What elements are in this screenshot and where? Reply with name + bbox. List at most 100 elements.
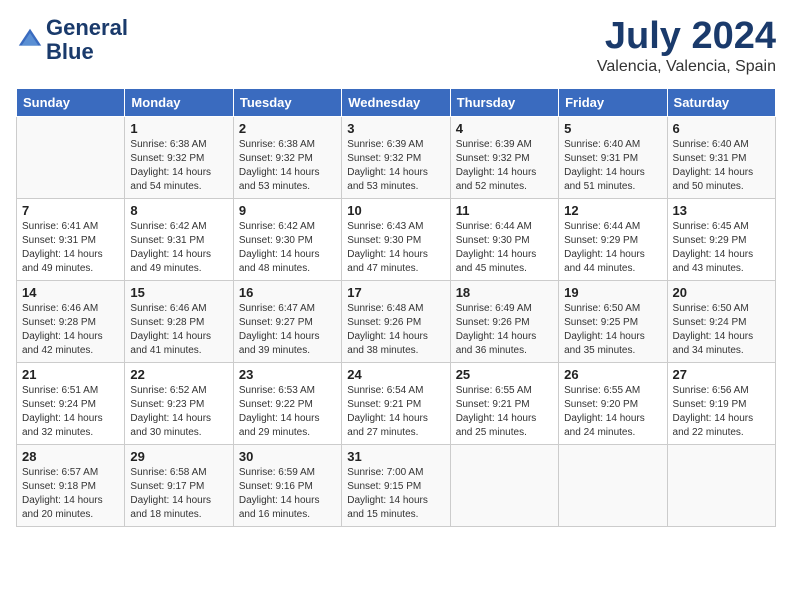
month-year: July 2024 xyxy=(597,16,776,58)
day-info: Sunrise: 6:52 AM Sunset: 9:23 PM Dayligh… xyxy=(130,384,227,440)
day-number: 15 xyxy=(130,285,227,300)
header-cell-tuesday: Tuesday xyxy=(233,88,341,116)
day-info: Sunrise: 6:55 AM Sunset: 9:21 PM Dayligh… xyxy=(456,384,553,440)
day-number: 23 xyxy=(239,367,336,382)
day-info: Sunrise: 6:41 AM Sunset: 9:31 PM Dayligh… xyxy=(22,220,119,276)
calendar-cell: 19Sunrise: 6:50 AM Sunset: 9:25 PM Dayli… xyxy=(559,280,667,362)
header-row: SundayMondayTuesdayWednesdayThursdayFrid… xyxy=(17,88,776,116)
day-number: 11 xyxy=(456,203,553,218)
calendar-cell: 14 Sunrise: 6:46 AM Sunset: 9:28 PM Dayli… xyxy=(17,280,125,362)
day-number: 1 xyxy=(130,121,227,136)
week-row-2: 7 Sunrise: 6:41 AM Sunset: 9:31 PM Daylig… xyxy=(17,198,776,280)
page-header: General Blue July 2024 Valencia, Valenci… xyxy=(16,16,776,76)
day-info: Sunrise: 6:49 AM Sunset: 9:26 PM Dayligh… xyxy=(456,302,553,358)
calendar-cell: 24Sunrise: 6:54 AM Sunset: 9:21 PM Dayli… xyxy=(342,362,450,444)
day-number: 25 xyxy=(456,367,553,382)
day-number: 10 xyxy=(347,203,444,218)
day-number: 8 xyxy=(130,203,227,218)
day-number: 5 xyxy=(564,121,661,136)
calendar-cell: 22 Sunrise: 6:52 AM Sunset: 9:23 PM Dayli… xyxy=(125,362,233,444)
calendar-cell: 2 Sunrise: 6:38 AM Sunset: 9:32 PM Daylig… xyxy=(233,116,341,198)
day-number: 31 xyxy=(347,449,444,464)
day-info: Sunrise: 6:57 AM Sunset: 9:18 PM Dayligh… xyxy=(22,466,119,522)
calendar-cell: 12 Sunrise: 6:44 AM Sunset: 9:29 PM Dayli… xyxy=(559,198,667,280)
calendar-cell xyxy=(559,444,667,526)
day-info: Sunrise: 6:39 AM Sunset: 9:32 PM Dayligh… xyxy=(456,138,553,194)
day-info: Sunrise: 6:47 AM Sunset: 9:27 PM Dayligh… xyxy=(239,302,336,358)
day-number: 7 xyxy=(22,203,119,218)
day-number: 2 xyxy=(239,121,336,136)
calendar-cell: 20 Sunrise: 6:50 AM Sunset: 9:24 PM Dayli… xyxy=(667,280,775,362)
day-info: Sunrise: 6:58 AM Sunset: 9:17 PM Dayligh… xyxy=(130,466,227,522)
day-info: Sunrise: 7:00 AM Sunset: 9:15 PM Dayligh… xyxy=(347,466,444,522)
day-number: 26 xyxy=(564,367,661,382)
day-number: 3 xyxy=(347,121,444,136)
calendar-cell: 25 Sunrise: 6:55 AM Sunset: 9:21 PM Dayli… xyxy=(450,362,558,444)
calendar-cell: 16 Sunrise: 6:47 AM Sunset: 9:27 PM Dayli… xyxy=(233,280,341,362)
day-info: Sunrise: 6:42 AM Sunset: 9:31 PM Dayligh… xyxy=(130,220,227,276)
week-row-4: 21 Sunrise: 6:51 AM Sunset: 9:24 PM Dayli… xyxy=(17,362,776,444)
day-info: Sunrise: 6:43 AM Sunset: 9:30 PM Dayligh… xyxy=(347,220,444,276)
day-number: 16 xyxy=(239,285,336,300)
calendar-cell: 29 Sunrise: 6:58 AM Sunset: 9:17 PM Dayli… xyxy=(125,444,233,526)
calendar-cell: 8 Sunrise: 6:42 AM Sunset: 9:31 PM Daylig… xyxy=(125,198,233,280)
day-info: Sunrise: 6:44 AM Sunset: 9:30 PM Dayligh… xyxy=(456,220,553,276)
calendar-cell: 21 Sunrise: 6:51 AM Sunset: 9:24 PM Dayli… xyxy=(17,362,125,444)
day-number: 27 xyxy=(673,367,770,382)
day-info: Sunrise: 6:50 AM Sunset: 9:24 PM Dayligh… xyxy=(673,302,770,358)
logo-text: General Blue xyxy=(46,16,128,64)
calendar-cell: 7 Sunrise: 6:41 AM Sunset: 9:31 PM Daylig… xyxy=(17,198,125,280)
title-block: July 2024 Valencia, Valencia, Spain xyxy=(597,16,776,76)
day-info: Sunrise: 6:51 AM Sunset: 9:24 PM Dayligh… xyxy=(22,384,119,440)
header-cell-thursday: Thursday xyxy=(450,88,558,116)
day-info: Sunrise: 6:45 AM Sunset: 9:29 PM Dayligh… xyxy=(673,220,770,276)
calendar-cell: 6Sunrise: 6:40 AM Sunset: 9:31 PM Daylig… xyxy=(667,116,775,198)
day-number: 9 xyxy=(239,203,336,218)
location: Valencia, Valencia, Spain xyxy=(597,58,776,76)
header-cell-sunday: Sunday xyxy=(17,88,125,116)
calendar-cell: 11 Sunrise: 6:44 AM Sunset: 9:30 PM Dayli… xyxy=(450,198,558,280)
day-info: Sunrise: 6:59 AM Sunset: 9:16 PM Dayligh… xyxy=(239,466,336,522)
logo-icon xyxy=(16,26,44,54)
day-number: 22 xyxy=(130,367,227,382)
calendar-cell: 9 Sunrise: 6:42 AM Sunset: 9:30 PM Daylig… xyxy=(233,198,341,280)
calendar-cell xyxy=(450,444,558,526)
calendar-cell: 23Sunrise: 6:53 AM Sunset: 9:22 PM Dayli… xyxy=(233,362,341,444)
day-number: 4 xyxy=(456,121,553,136)
day-number: 12 xyxy=(564,203,661,218)
day-number: 30 xyxy=(239,449,336,464)
day-info: Sunrise: 6:44 AM Sunset: 9:29 PM Dayligh… xyxy=(564,220,661,276)
calendar-cell: 4 Sunrise: 6:39 AM Sunset: 9:32 PM Daylig… xyxy=(450,116,558,198)
day-number: 24 xyxy=(347,367,444,382)
logo-line2: Blue xyxy=(46,40,128,64)
day-info: Sunrise: 6:46 AM Sunset: 9:28 PM Dayligh… xyxy=(130,302,227,358)
day-info: Sunrise: 6:39 AM Sunset: 9:32 PM Dayligh… xyxy=(347,138,444,194)
calendar-cell xyxy=(17,116,125,198)
day-number: 18 xyxy=(456,285,553,300)
day-number: 14 xyxy=(22,285,119,300)
calendar-table: SundayMondayTuesdayWednesdayThursdayFrid… xyxy=(16,88,776,527)
calendar-cell: 31 Sunrise: 7:00 AM Sunset: 9:15 PM Dayli… xyxy=(342,444,450,526)
day-number: 19 xyxy=(564,285,661,300)
day-number: 20 xyxy=(673,285,770,300)
calendar-cell: 3 Sunrise: 6:39 AM Sunset: 9:32 PM Daylig… xyxy=(342,116,450,198)
day-number: 13 xyxy=(673,203,770,218)
week-row-5: 28Sunrise: 6:57 AM Sunset: 9:18 PM Dayli… xyxy=(17,444,776,526)
day-info: Sunrise: 6:38 AM Sunset: 9:32 PM Dayligh… xyxy=(130,138,227,194)
calendar-cell: 10 Sunrise: 6:43 AM Sunset: 9:30 PM Dayli… xyxy=(342,198,450,280)
calendar-cell: 27Sunrise: 6:56 AM Sunset: 9:19 PM Dayli… xyxy=(667,362,775,444)
day-number: 21 xyxy=(22,367,119,382)
header-cell-saturday: Saturday xyxy=(667,88,775,116)
day-info: Sunrise: 6:42 AM Sunset: 9:30 PM Dayligh… xyxy=(239,220,336,276)
calendar-cell: 18 Sunrise: 6:49 AM Sunset: 9:26 PM Dayli… xyxy=(450,280,558,362)
header-cell-wednesday: Wednesday xyxy=(342,88,450,116)
day-info: Sunrise: 6:55 AM Sunset: 9:20 PM Dayligh… xyxy=(564,384,661,440)
day-info: Sunrise: 6:38 AM Sunset: 9:32 PM Dayligh… xyxy=(239,138,336,194)
calendar-cell: 30 Sunrise: 6:59 AM Sunset: 9:16 PM Dayli… xyxy=(233,444,341,526)
day-info: Sunrise: 6:48 AM Sunset: 9:26 PM Dayligh… xyxy=(347,302,444,358)
week-row-1: 1 Sunrise: 6:38 AM Sunset: 9:32 PM Daylig… xyxy=(17,116,776,198)
day-number: 29 xyxy=(130,449,227,464)
day-info: Sunrise: 6:46 AM Sunset: 9:28 PM Dayligh… xyxy=(22,302,119,358)
calendar-cell: 1 Sunrise: 6:38 AM Sunset: 9:32 PM Daylig… xyxy=(125,116,233,198)
calendar-cell: 17Sunrise: 6:48 AM Sunset: 9:26 PM Dayli… xyxy=(342,280,450,362)
